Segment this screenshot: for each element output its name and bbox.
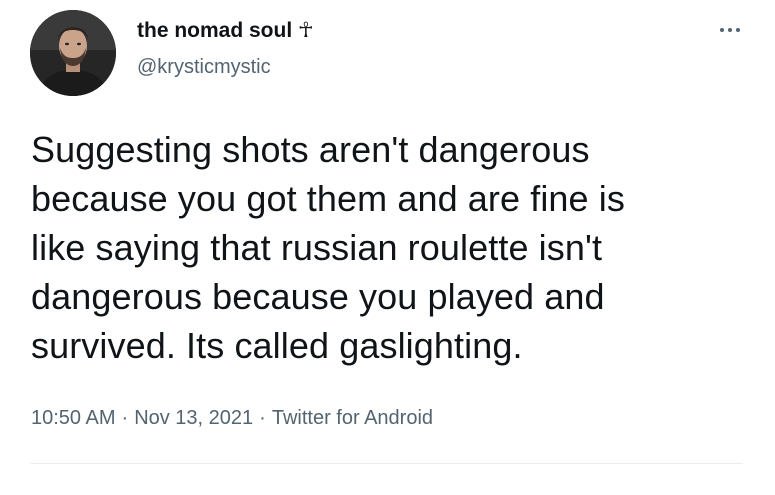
tweet-text: Suggesting shots aren't dangerous becaus… <box>31 129 625 366</box>
more-horizontal-icon-dot <box>728 28 732 32</box>
author-avatar[interactable] <box>30 10 116 96</box>
tweet-time[interactable]: 10:50 AM <box>31 407 116 429</box>
author-display-name[interactable]: the nomad soul ☥ <box>137 18 314 44</box>
avatar-photo-icon <box>30 10 116 96</box>
tweet-card: the nomad soul ☥ @krysticmystic Suggesti… <box>0 0 775 495</box>
author-handle[interactable]: @krysticmystic <box>137 55 271 79</box>
meta-separator: · <box>121 407 129 429</box>
more-options-button[interactable] <box>710 20 750 40</box>
more-horizontal-icon-dot <box>736 28 740 32</box>
divider <box>31 463 743 464</box>
more-horizontal-icon <box>720 28 724 32</box>
tweet-metadata: 10:50 AM · Nov 13, 2021 · Twitter for Androi… <box>31 405 433 431</box>
tweet-date[interactable]: Nov 13, 2021 <box>134 407 253 429</box>
tweet-source[interactable]: Twitter for Android <box>272 407 433 429</box>
meta-separator: · <box>259 407 266 429</box>
